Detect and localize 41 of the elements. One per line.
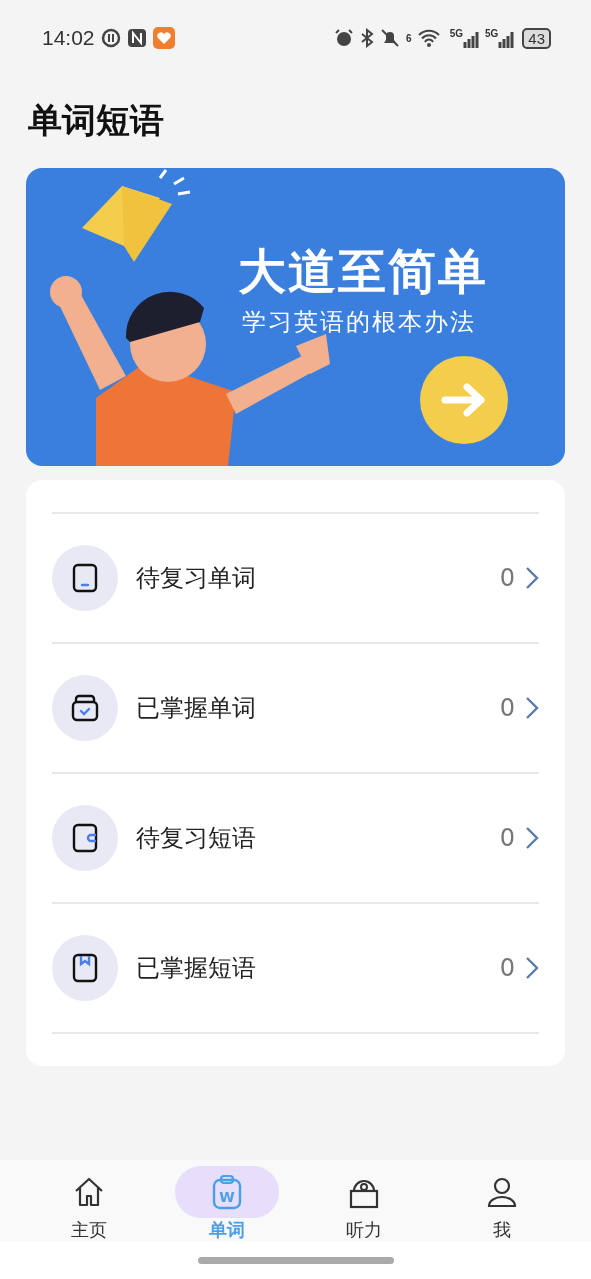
- tab[interactable]: 听力: [312, 1160, 417, 1242]
- network-label: 5G: [484, 28, 499, 39]
- tab[interactable]: 主页: [36, 1160, 141, 1242]
- checked-box-icon: [71, 693, 99, 723]
- chevron-right-icon: [525, 696, 539, 720]
- bluetooth-icon: [360, 28, 375, 48]
- chevron-right-icon: [525, 956, 539, 980]
- tablet-icon: [71, 563, 99, 593]
- item-label: 已掌握单词: [136, 693, 256, 724]
- person-icon: [486, 1175, 519, 1209]
- page-title: 单词短语: [28, 99, 164, 142]
- status-time: 14:02: [42, 26, 95, 50]
- item-label: 待复习短语: [136, 823, 256, 854]
- alarm-icon: [334, 28, 355, 48]
- wallet-icon: [71, 823, 99, 853]
- wifi-label: 6: [406, 32, 412, 44]
- chevron-right-icon: [525, 566, 539, 590]
- list-item[interactable]: 已掌握短语 0: [52, 904, 539, 1034]
- network-label: 5G: [449, 28, 463, 39]
- muted-bell-icon: [380, 28, 401, 48]
- item-label: 已掌握短语: [136, 953, 256, 984]
- list-item[interactable]: 待复习短语 0: [52, 774, 539, 904]
- banner-subtitle: 学习英语的根本办法: [242, 307, 476, 338]
- list-item[interactable]: 已掌握单词 0: [52, 644, 539, 774]
- clipboard-icon: [212, 1174, 241, 1210]
- nfc-icon: [126, 28, 147, 48]
- bookmark-icon: [71, 953, 99, 983]
- tab[interactable]: 我: [450, 1160, 555, 1242]
- list-item[interactable]: 待复习单词 0: [52, 514, 539, 644]
- chevron-right-icon: [525, 826, 539, 850]
- item-label: 待复习单词: [136, 563, 256, 594]
- item-count: 0: [499, 694, 515, 722]
- item-count: 0: [499, 954, 515, 982]
- item-count: 0: [499, 564, 515, 592]
- arrow-right-icon: [441, 383, 487, 417]
- wifi-icon: [417, 29, 440, 47]
- battery-level: 43: [522, 27, 551, 49]
- item-count: 0: [499, 824, 515, 852]
- icon-letter: W: [218, 1189, 235, 1205]
- heart-app-icon: [152, 27, 175, 49]
- banner-headline: 大道至简单: [238, 242, 488, 301]
